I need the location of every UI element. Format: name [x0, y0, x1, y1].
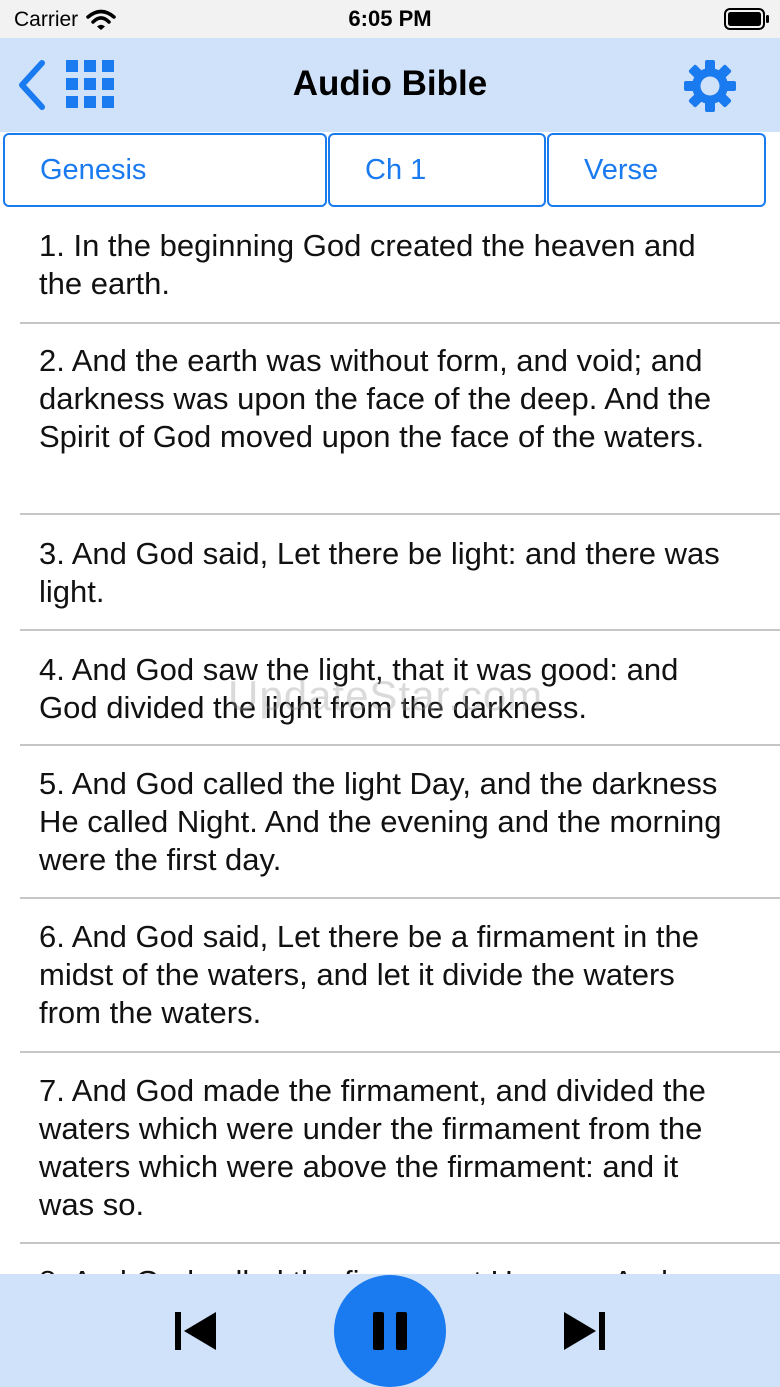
battery-icon: [724, 8, 769, 30]
verse-text: 3. And God said, Let there be light: and…: [39, 536, 720, 609]
next-button[interactable]: [562, 1308, 608, 1354]
status-time: 6:05 PM: [348, 6, 432, 31]
status-bar: Carrier 6:05 PM: [0, 0, 780, 38]
verse-row[interactable]: 3. And God said, Let there be light: and…: [20, 515, 780, 631]
verse-selector-button[interactable]: Verse: [547, 133, 766, 207]
verse-row[interactable]: 7. And God made the firmament, and divid…: [20, 1053, 780, 1244]
passage-selector: Genesis Ch 1 Verse: [0, 132, 780, 210]
verse-row[interactable]: 5. And God called the light Day, and the…: [20, 746, 780, 899]
verse-text: 8. And God called the firmament Heaven. …: [39, 1263, 740, 1274]
verse-text: 7. And God made the firmament, and divid…: [39, 1073, 706, 1222]
navigation-bar: Audio Bible: [0, 38, 780, 132]
verse-text: 4. And God saw the light, that it was go…: [39, 652, 679, 725]
book-selector-button[interactable]: Genesis: [3, 133, 327, 207]
verse-text: 1. In the beginning God created the heav…: [39, 228, 696, 301]
pause-button[interactable]: [334, 1275, 446, 1387]
verse-row[interactable]: 2. And the earth was without form, and v…: [20, 324, 780, 515]
skip-previous-icon: [175, 1312, 216, 1350]
page-title: Audio Bible: [292, 64, 488, 103]
verse-row[interactable]: 1. In the beginning God created the heav…: [20, 210, 780, 324]
audio-player-bar: [0, 1274, 780, 1387]
previous-button[interactable]: [172, 1308, 218, 1354]
verse-row[interactable]: 8. And God called the firmament Heaven. …: [20, 1244, 780, 1274]
settings-button[interactable]: [684, 60, 736, 112]
verse-text: 6. And God said, Let there be a firmamen…: [39, 919, 700, 1030]
skip-next-icon: [564, 1312, 605, 1350]
verse-text: 2. And the earth was without form, and v…: [39, 343, 712, 454]
pause-icon: [373, 1312, 407, 1350]
verse-text: 5. And God called the light Day, and the…: [39, 766, 722, 877]
chapter-selector-button[interactable]: Ch 1: [328, 133, 546, 207]
verse-row[interactable]: 4. And God saw the light, that it was go…: [20, 631, 780, 746]
verse-list[interactable]: 1. In the beginning God created the heav…: [0, 210, 780, 1274]
verse-row[interactable]: 6. And God said, Let there be a firmamen…: [20, 899, 780, 1053]
gear-icon: [684, 60, 736, 112]
